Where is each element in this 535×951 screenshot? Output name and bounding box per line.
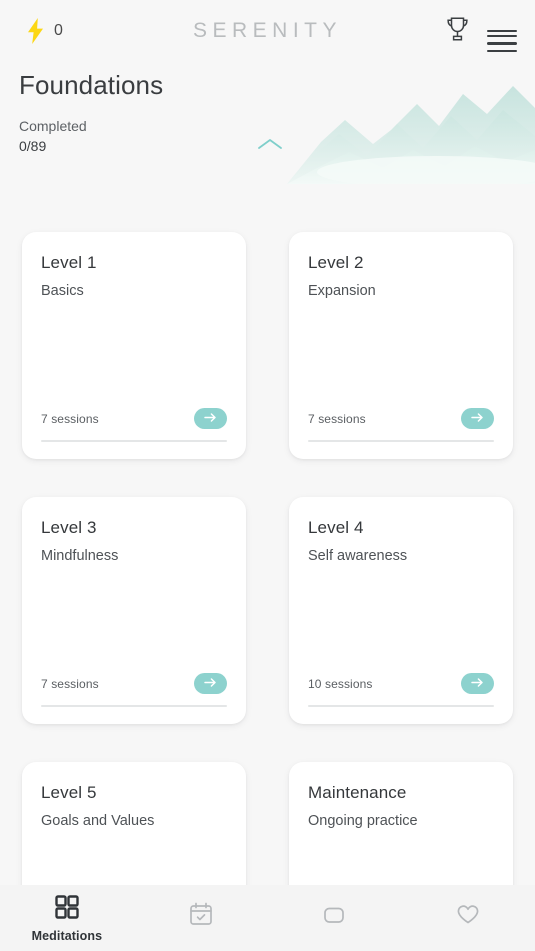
card-title: Level 2 [308, 253, 364, 272]
level-card[interactable]: Level 4 Self awareness 10 sessions [289, 497, 513, 724]
open-level-button[interactable] [461, 408, 494, 429]
card-footer: 10 sessions [308, 673, 494, 705]
progress-track [41, 705, 227, 707]
progress-track [308, 440, 494, 442]
card-subtitle: Goals and Values [41, 813, 155, 830]
arrow-right-icon [471, 676, 484, 691]
open-level-button[interactable] [194, 408, 227, 429]
grid-icon [53, 893, 81, 924]
arrow-right-icon [204, 676, 217, 691]
streak-count: 0 [54, 22, 64, 39]
streak-counter[interactable]: 0 [26, 18, 63, 44]
card-footer: 7 sessions [41, 673, 227, 705]
open-level-button[interactable] [194, 673, 227, 694]
level-card-grid: Level 1 Basics 7 sessions Level 2 Expans… [22, 190, 513, 951]
level-card[interactable]: Level 3 Mindfulness 7 sessions [22, 497, 246, 724]
arrow-right-icon [204, 411, 217, 426]
bottom-navigation-bar: Meditations [0, 885, 535, 951]
nav-item-meditations[interactable]: Meditations [0, 885, 134, 951]
nav-item-breathe[interactable] [268, 885, 402, 951]
card-title: Level 1 [41, 253, 97, 272]
nav-item-calendar[interactable] [134, 885, 268, 951]
card-title: Maintenance [308, 783, 407, 802]
card-subtitle: Mindfulness [41, 548, 119, 565]
nav-item-favorites[interactable] [401, 885, 535, 951]
session-count: 7 sessions [308, 411, 366, 426]
chevron-up-icon [256, 139, 284, 155]
card-footer: 7 sessions [41, 408, 227, 440]
card-spacer [41, 566, 227, 673]
section-hero: Foundations Completed 0/89 [0, 62, 535, 190]
session-count: 7 sessions [41, 676, 99, 691]
level-card[interactable]: Level 2 Expansion 7 sessions [289, 232, 513, 459]
open-level-button[interactable] [461, 673, 494, 694]
mountain-illustration [287, 64, 535, 184]
session-count: 10 sessions [308, 676, 373, 691]
card-title: Level 3 [41, 518, 97, 537]
page-title: Foundations [19, 70, 164, 100]
session-count: 7 sessions [41, 411, 99, 426]
card-subtitle: Ongoing practice [308, 813, 418, 830]
card-title: Level 4 [308, 518, 364, 537]
trophy-button[interactable] [445, 16, 470, 46]
hero-text-block: Foundations Completed 0/89 [19, 70, 163, 157]
progress-track [41, 440, 227, 442]
collapse-section-button[interactable] [252, 132, 288, 159]
trophy-icon [445, 16, 470, 46]
completed-label: Completed [19, 118, 87, 135]
menu-button[interactable] [487, 25, 517, 53]
card-spacer [308, 566, 494, 673]
level-card[interactable]: Level 1 Basics 7 sessions [22, 232, 246, 459]
lightning-bolt-icon [26, 18, 45, 44]
card-title: Level 5 [41, 783, 97, 802]
top-bar-actions [445, 16, 517, 53]
progress-track [308, 705, 494, 707]
rounded-square-icon [320, 900, 348, 931]
completed-value: 0/89 [19, 138, 47, 155]
card-subtitle: Basics [41, 283, 84, 300]
card-footer: 7 sessions [308, 408, 494, 440]
hamburger-menu-icon [487, 29, 517, 53]
top-bar: 0 SERENITY [0, 0, 535, 62]
card-spacer [308, 301, 494, 408]
nav-label-meditations: Meditations [31, 929, 103, 943]
card-subtitle: Expansion [308, 283, 376, 300]
calendar-check-icon [187, 900, 215, 931]
heart-icon [454, 900, 482, 931]
level-list-scroll[interactable]: Level 1 Basics 7 sessions Level 2 Expans… [0, 190, 535, 951]
card-subtitle: Self awareness [308, 548, 408, 565]
arrow-right-icon [471, 411, 484, 426]
card-spacer [41, 301, 227, 408]
